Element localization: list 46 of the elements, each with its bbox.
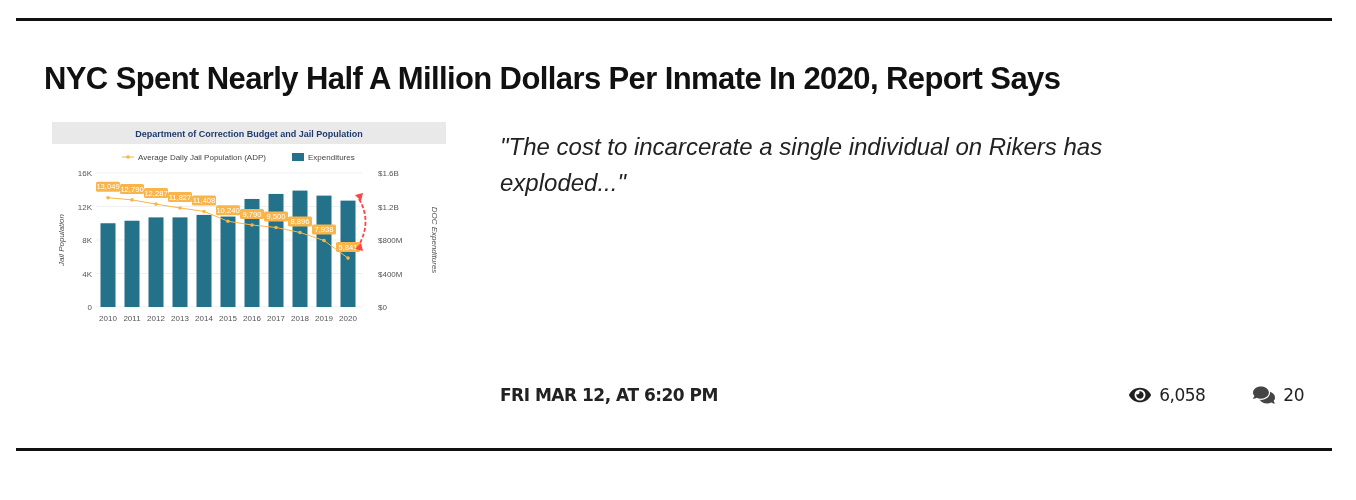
axis-tick-label: 12K [77,202,92,212]
comments-icon [1253,384,1276,406]
legend-swatch [292,153,304,161]
data-point [130,198,134,202]
axis-tick-label: 2013 [171,314,189,323]
axis-tick-label: $800M [378,236,403,245]
data-point [202,209,206,214]
data-point [178,206,182,210]
axis-tick-label: 2016 [243,314,261,323]
axis-tick-label: 2018 [291,314,309,323]
axis-tick-label: 8K [82,236,92,245]
axis-tick-label: $1.6B [378,169,399,178]
article-title[interactable]: NYC Spent Nearly Half A Million Dollars Per Inmate In 2020, Report Says [44,59,1332,99]
axis-tick-label: $400M [378,269,403,279]
data-point [154,202,158,206]
data-point [298,230,302,235]
data-point [322,238,326,243]
curved-arrow-icon [355,193,367,251]
data-point [250,223,254,227]
axis-tick-label: 2012 [147,314,165,323]
comment-count: 20 [1283,385,1304,405]
axis-tick-label: 2019 [315,314,333,323]
axis-tick-label: 2011 [123,314,141,323]
axis-tick-label: 16K [77,169,92,178]
axis-tick-label: $1.2B [378,202,399,212]
legend-label: Average Daily Jail Population (ADP) [138,153,266,162]
publish-date: FRI MAR 12, AT 6:20 PM [500,385,719,405]
axis-tick-label: 2010 [99,314,117,323]
legend-line-icon [121,155,135,159]
axis-tick-label: 2017 [267,314,285,323]
axis-tick-label: $0 [378,303,387,312]
data-point [226,219,230,224]
axis-tick-label: 4K [82,269,92,279]
article-excerpt: "The cost to incarcerate a single individual on Rikers has exploded..." [500,132,1104,198]
data-point [274,225,278,230]
axis-label: DOC Expenditures [430,206,439,274]
axis-tick-label: 2020 [339,314,357,323]
axis-label: Jail Population [57,214,66,266]
data-point [106,195,110,200]
axis-tick-label: 0 [87,303,92,312]
axis-tick-label: 2015 [219,314,237,323]
legend-label: Expenditures [308,153,355,162]
chart-title: Department of Correction Budget and Jail Population [135,128,363,139]
data-point [346,256,350,260]
axis-tick-label: 2014 [195,314,213,323]
view-count: 6,058 [1159,385,1206,405]
